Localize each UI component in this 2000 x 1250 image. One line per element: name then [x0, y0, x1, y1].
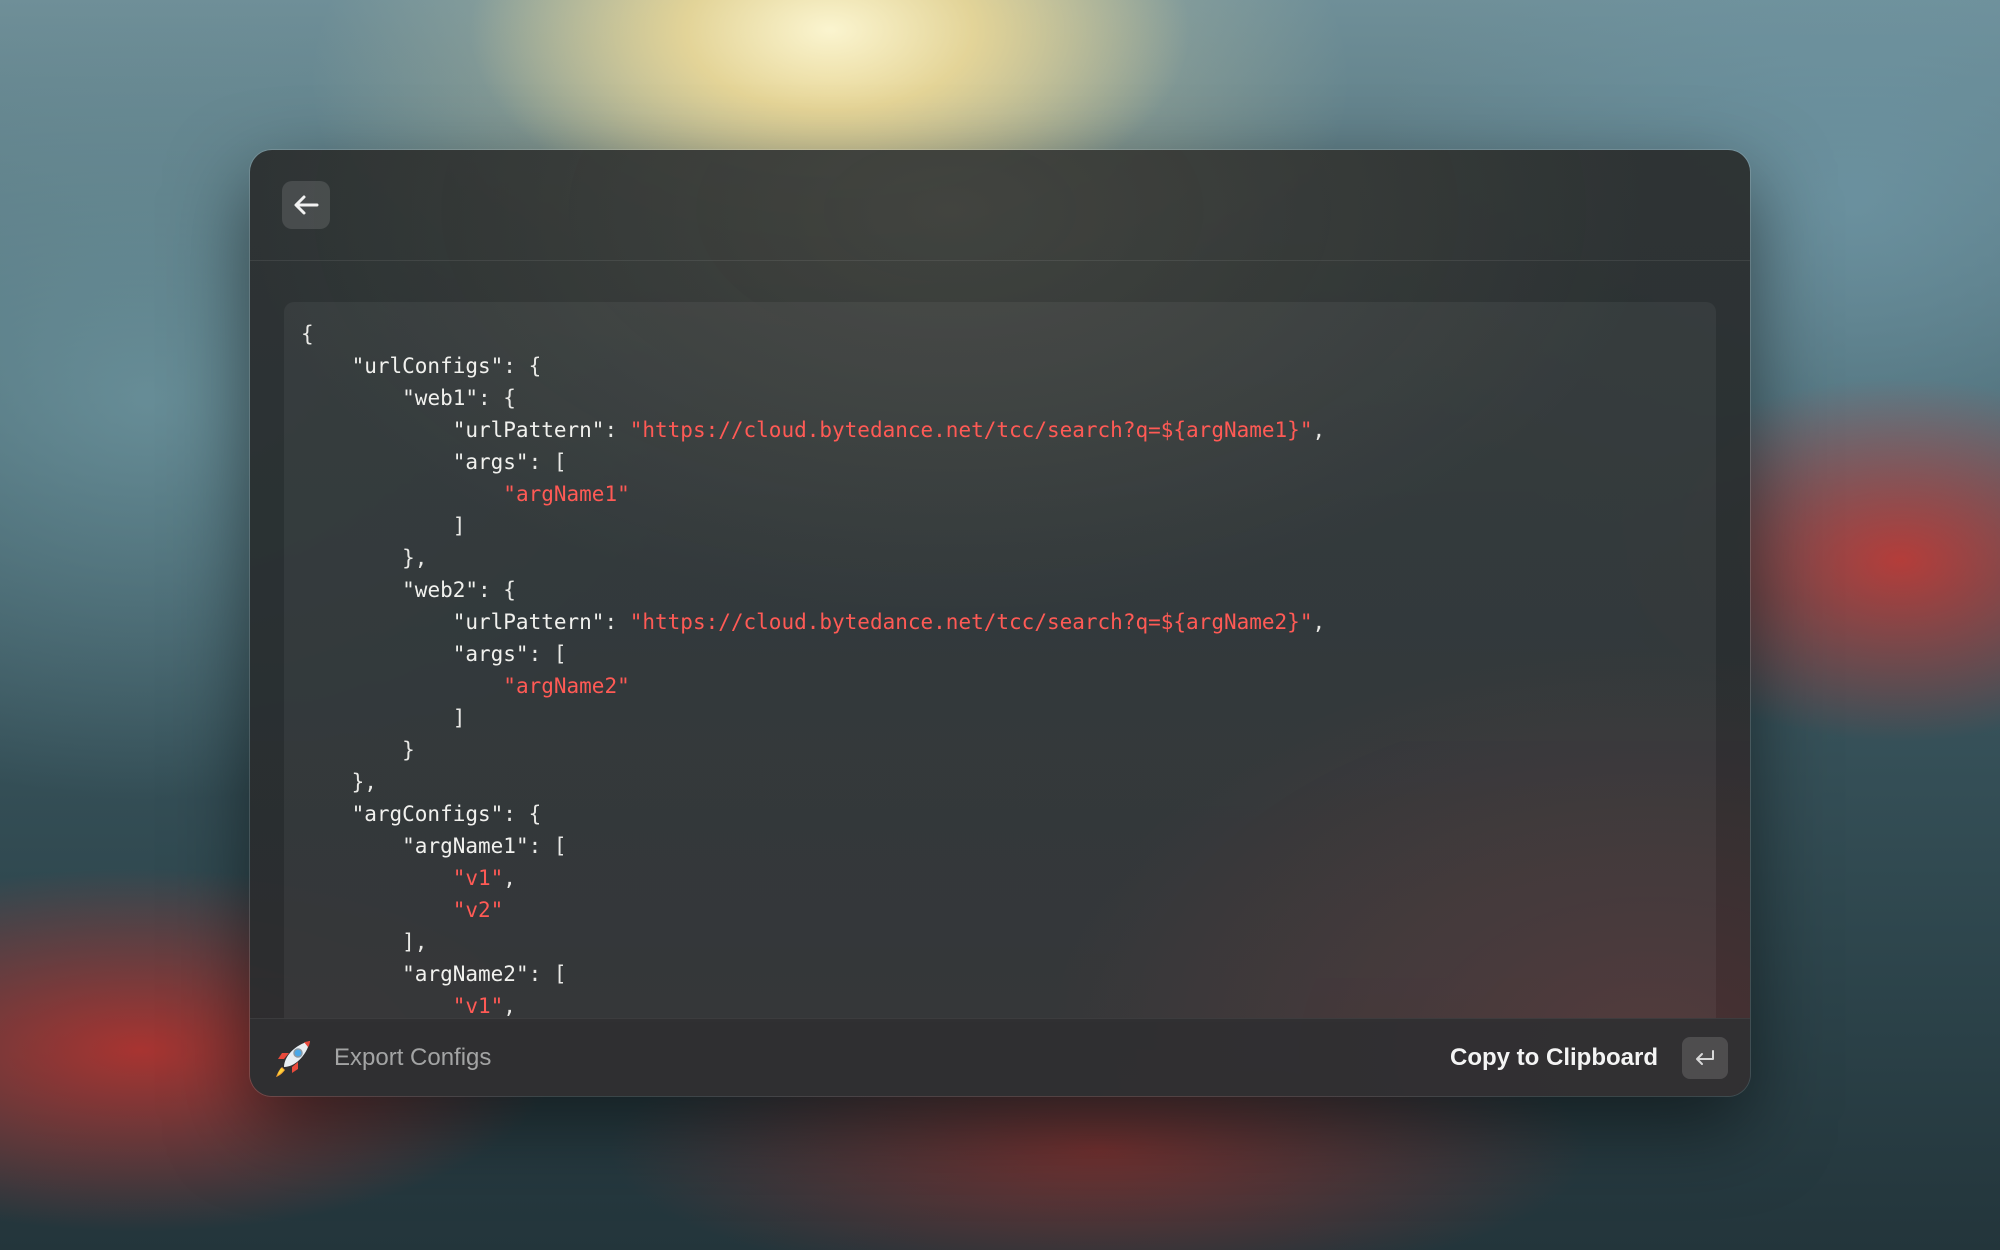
- code-line: "web1": {: [301, 386, 516, 410]
- rocket-icon: [276, 1041, 310, 1077]
- json-string: "argName1": [503, 482, 630, 506]
- code-line: "argName2": [: [301, 962, 567, 986]
- json-string: "v2": [452, 898, 504, 922]
- json-punctuation: :: [604, 610, 630, 634]
- json-punctuation: {: [301, 322, 314, 346]
- json-string: "https://cloud.bytedance.net/tcc/search?…: [629, 418, 1313, 442]
- json-string: "argName2": [503, 674, 630, 698]
- code-line: "argName1": [: [301, 834, 567, 858]
- json-key: "argName2": [402, 962, 529, 986]
- code-line: {: [301, 322, 314, 346]
- json-punctuation: },: [402, 546, 428, 570]
- json-punctuation: ,: [1312, 418, 1326, 442]
- code-line: ]: [301, 514, 466, 538]
- json-key: "argName1": [402, 834, 529, 858]
- json-key: "args": [452, 642, 529, 666]
- json-punctuation: ]: [452, 514, 466, 538]
- copy-to-clipboard-button[interactable]: Copy to Clipboard: [1450, 1043, 1658, 1073]
- back-button[interactable]: [282, 181, 330, 229]
- json-punctuation: ,: [503, 866, 516, 890]
- json-punctuation: : [: [528, 642, 567, 666]
- json-key: "urlPattern": [452, 418, 605, 442]
- json-punctuation: : [: [528, 834, 567, 858]
- json-string: "v1": [452, 994, 504, 1018]
- code-line: "args": [: [301, 642, 567, 666]
- return-key-hint[interactable]: [1682, 1037, 1728, 1079]
- return-key-icon: [1696, 1050, 1714, 1065]
- json-punctuation: ],: [402, 930, 428, 954]
- code-line: "argName2": [301, 674, 630, 698]
- json-punctuation: :: [604, 418, 630, 442]
- footer-title: Export Configs: [334, 1044, 492, 1071]
- json-code-block: { "urlConfigs": { "web1": { "urlPattern"…: [284, 302, 1716, 1022]
- code-line: "v2": [301, 898, 504, 922]
- json-punctuation: : {: [503, 354, 542, 378]
- json-punctuation: ,: [503, 994, 516, 1018]
- code-line: "args": [: [301, 450, 567, 474]
- json-punctuation: }: [402, 738, 415, 762]
- code-line: "v1",: [301, 866, 516, 890]
- arrow-left-icon: [294, 195, 319, 215]
- json-punctuation: ,: [1312, 610, 1326, 634]
- code-line: "urlPattern": "https://cloud.bytedance.n…: [301, 418, 1325, 442]
- code-line: "urlConfigs": {: [301, 354, 542, 378]
- code-line: "urlPattern": "https://cloud.bytedance.n…: [301, 610, 1325, 634]
- code-line: ]: [301, 706, 466, 730]
- code-line: },: [301, 770, 377, 794]
- json-string: "https://cloud.bytedance.net/tcc/search?…: [629, 610, 1313, 634]
- code-line: }: [301, 738, 415, 762]
- json-punctuation: },: [351, 770, 377, 794]
- json-key: "args": [452, 450, 529, 474]
- json-key: "urlPattern": [452, 610, 605, 634]
- window-header: [250, 150, 1750, 261]
- json-punctuation: : {: [478, 578, 516, 602]
- json-punctuation: : {: [478, 386, 516, 410]
- footer-bar: Export Configs Copy to Clipboard: [250, 1018, 1750, 1096]
- json-punctuation: ]: [452, 706, 466, 730]
- json-key: "web1": [402, 386, 479, 410]
- code-line: "v1",: [301, 994, 516, 1018]
- json-string: "v1": [452, 866, 504, 890]
- code-line: "argName1": [301, 482, 630, 506]
- code-line: "web2": {: [301, 578, 516, 602]
- export-configs-window: { "urlConfigs": { "web1": { "urlPattern"…: [250, 150, 1750, 1096]
- json-key: "urlConfigs": [351, 354, 504, 378]
- json-punctuation: : {: [503, 802, 542, 826]
- json-punctuation: : [: [528, 962, 567, 986]
- code-panel[interactable]: { "urlConfigs": { "web1": { "urlPattern"…: [284, 302, 1716, 1022]
- code-line: ],: [301, 930, 427, 954]
- json-key: "web2": [402, 578, 479, 602]
- code-line: },: [301, 546, 427, 570]
- json-punctuation: : [: [528, 450, 567, 474]
- code-line: "argConfigs": {: [301, 802, 542, 826]
- json-key: "argConfigs": [351, 802, 504, 826]
